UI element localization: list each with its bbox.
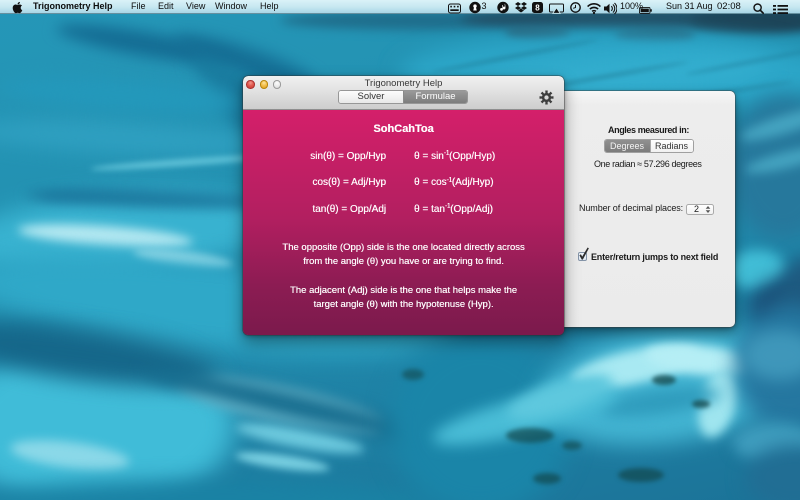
svg-text:8: 8 <box>535 3 540 12</box>
